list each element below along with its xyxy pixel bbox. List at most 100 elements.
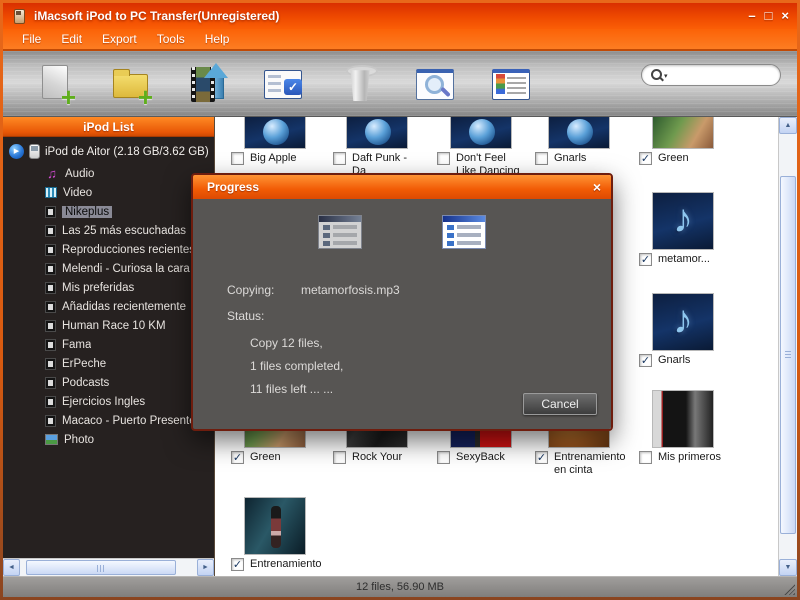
sidebar-item-mis-preferidas[interactable]: Mis preferidas bbox=[3, 278, 214, 297]
export-video-icon bbox=[185, 61, 231, 107]
playlist-icon bbox=[45, 358, 56, 370]
sidebar-item-photo[interactable]: Photo bbox=[3, 430, 214, 449]
scroll-up-button[interactable]: ▲ bbox=[779, 117, 797, 134]
sidebar: iPod List ▶ iPod de Aitor (2.18 GB/3.62 … bbox=[3, 117, 215, 576]
file-item[interactable]: Big Apple bbox=[225, 117, 325, 165]
apply-check-button[interactable] bbox=[261, 61, 307, 107]
cancel-button[interactable]: Cancel bbox=[523, 393, 597, 415]
sidebar-item-label: ErPeche bbox=[62, 358, 106, 370]
file-label: Entrenamiento en cinta bbox=[554, 451, 626, 477]
status-bar: 12 files, 56.90 MB bbox=[3, 576, 797, 597]
scroll-down-button[interactable]: ▼ bbox=[779, 559, 797, 576]
resize-grip[interactable] bbox=[784, 584, 795, 595]
sidebar-item-podcasts[interactable]: Podcasts bbox=[3, 373, 214, 392]
sidebar-item-label: Reproducciones recientes bbox=[62, 244, 195, 256]
file-checkbox[interactable] bbox=[437, 152, 450, 165]
music-icon bbox=[45, 167, 59, 180]
thumbnail-note-ball bbox=[450, 117, 512, 149]
file-checkbox[interactable] bbox=[535, 152, 548, 165]
file-item[interactable]: ✓Green bbox=[633, 117, 733, 165]
sidebar-item-human-race-10-km[interactable]: Human Race 10 KM bbox=[3, 316, 214, 335]
dialog-close-button[interactable]: × bbox=[593, 180, 601, 194]
progress-dialog: Progress × Copying:metamorfosis.mp3 Stat… bbox=[191, 173, 613, 431]
delete-trash-button[interactable] bbox=[337, 61, 383, 107]
vertical-scrollbar[interactable]: ▲ ▼ bbox=[778, 117, 797, 576]
file-checkbox[interactable] bbox=[333, 152, 346, 165]
file-label: Gnarls bbox=[658, 354, 690, 367]
scroll-thumb[interactable] bbox=[780, 176, 796, 534]
play-icon[interactable]: ▶ bbox=[9, 144, 24, 159]
file-checkbox[interactable] bbox=[231, 152, 244, 165]
preview-search-button[interactable] bbox=[413, 61, 459, 107]
scroll-thumb[interactable] bbox=[26, 560, 176, 575]
file-item[interactable]: Don't Feel Like Dancing bbox=[431, 117, 531, 178]
sidebar-item-macaco-puerto-presente[interactable]: Macaco - Puerto Presente bbox=[3, 411, 214, 430]
dialog-title: Progress bbox=[207, 180, 259, 194]
file-checkbox[interactable]: ✓ bbox=[231, 558, 244, 571]
menu-file[interactable]: File bbox=[13, 30, 50, 48]
search-input[interactable] bbox=[671, 69, 772, 81]
file-item[interactable]: Gnarls bbox=[529, 117, 629, 165]
menu-edit[interactable]: Edit bbox=[52, 30, 91, 48]
sidebar-item-ejercicios-ingles[interactable]: Ejercicios Ingles bbox=[3, 392, 214, 411]
sidebar-device[interactable]: ▶ iPod de Aitor (2.18 GB/3.62 GB) bbox=[3, 141, 214, 164]
file-item[interactable]: Daft Punk - Da bbox=[327, 117, 427, 178]
file-item[interactable]: ✓ metamor... bbox=[633, 192, 733, 266]
scroll-track[interactable] bbox=[20, 559, 197, 576]
menu-bar: FileEditExportToolsHelp bbox=[3, 29, 797, 51]
maximize-button[interactable]: □ bbox=[765, 9, 773, 23]
sidebar-item-label: Fama bbox=[62, 339, 91, 351]
sidebar-item-audio[interactable]: Audio bbox=[3, 164, 214, 183]
sidebar-item-fama[interactable]: Fama bbox=[3, 335, 214, 354]
scroll-left-button[interactable]: ◄ bbox=[3, 559, 20, 576]
scroll-right-button[interactable]: ► bbox=[197, 559, 214, 576]
menu-help[interactable]: Help bbox=[196, 30, 239, 48]
sidebar-item-a-adidas-recientemente[interactable]: Añadidas recientemente bbox=[3, 297, 214, 316]
sidebar-item-nikeplus[interactable]: Nikeplus bbox=[3, 202, 214, 221]
playlist-icon bbox=[45, 339, 56, 351]
file-checkbox[interactable]: ✓ bbox=[639, 354, 652, 367]
menu-tools[interactable]: Tools bbox=[148, 30, 194, 48]
add-file-button[interactable] bbox=[33, 61, 79, 107]
source-playlist-icon bbox=[318, 215, 362, 249]
file-checkbox[interactable]: ✓ bbox=[231, 451, 244, 464]
file-item[interactable]: Mis primeros bbox=[633, 390, 733, 464]
close-button[interactable]: × bbox=[781, 9, 789, 23]
sidebar-item-reproducciones-recientes[interactable]: Reproducciones recientes bbox=[3, 240, 214, 259]
file-label: metamor... bbox=[658, 253, 710, 266]
file-checkbox[interactable]: ✓ bbox=[639, 152, 652, 165]
sidebar-item-erpeche[interactable]: ErPeche bbox=[3, 354, 214, 373]
search-box[interactable]: ▾ bbox=[641, 64, 781, 86]
horizontal-scrollbar[interactable]: ◄ ► bbox=[3, 558, 214, 576]
sidebar-item-label: Mis preferidas bbox=[62, 282, 134, 294]
file-checkbox[interactable]: ✓ bbox=[639, 253, 652, 266]
status-line: 11 files left ... ... bbox=[250, 378, 343, 401]
add-folder-button[interactable] bbox=[109, 61, 155, 107]
file-item[interactable]: ✓ Gnarls bbox=[633, 293, 733, 367]
export-video-button[interactable] bbox=[185, 61, 231, 107]
menu-export[interactable]: Export bbox=[93, 30, 146, 48]
sidebar-item-label: Añadidas recientemente bbox=[62, 301, 186, 313]
thumbnail-photo-portrait bbox=[652, 390, 714, 448]
scroll-track[interactable] bbox=[779, 134, 797, 559]
window-title: iMacsoft iPod to PC Transfer(Unregistere… bbox=[34, 9, 279, 23]
file-checkbox[interactable]: ✓ bbox=[535, 451, 548, 464]
chevron-down-icon[interactable]: ▾ bbox=[664, 72, 668, 80]
sidebar-item-video[interactable]: Video bbox=[3, 183, 214, 202]
sidebar-item-melendi-curiosa-la-cara-de[interactable]: Melendi - Curiosa la cara de bbox=[3, 259, 214, 278]
status-line: 1 files completed, bbox=[250, 355, 343, 378]
sidebar-item-label: Nikeplus bbox=[62, 206, 112, 218]
title-bar[interactable]: iMacsoft iPod to PC Transfer(Unregistere… bbox=[3, 3, 797, 29]
file-checkbox[interactable] bbox=[639, 451, 652, 464]
list-view-button[interactable] bbox=[489, 61, 535, 107]
sidebar-item-las-25-m-s-escuchadas[interactable]: Las 25 más escuchadas bbox=[3, 221, 214, 240]
file-checkbox[interactable] bbox=[333, 451, 346, 464]
sidebar-item-label: Audio bbox=[65, 168, 94, 180]
sidebar-item-label: Las 25 más escuchadas bbox=[62, 225, 186, 237]
file-checkbox[interactable] bbox=[437, 451, 450, 464]
status-text: 12 files, 56.90 MB bbox=[356, 581, 444, 593]
minimize-button[interactable]: – bbox=[748, 9, 755, 23]
file-item[interactable]: ✓Entrenamiento bbox=[225, 497, 325, 571]
dialog-title-bar[interactable]: Progress × bbox=[193, 175, 611, 199]
playlist-icon bbox=[45, 320, 56, 332]
